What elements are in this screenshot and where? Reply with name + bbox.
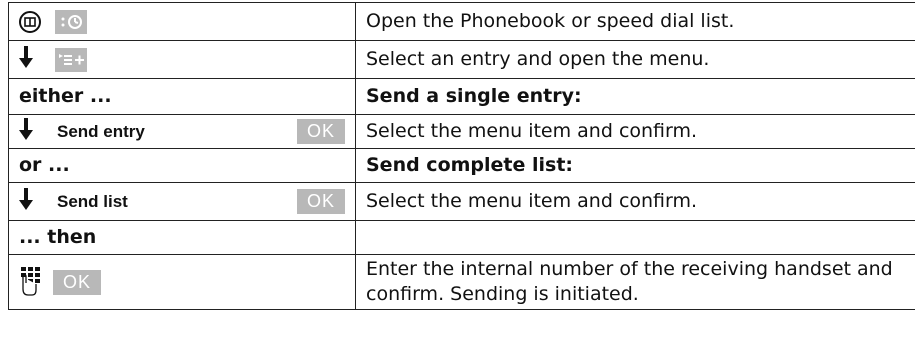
speed-dial-icon <box>55 9 87 34</box>
branch-label: either ... <box>8 78 356 115</box>
instruction-table: Open the Phonebook or speed dial list. S… <box>8 2 915 310</box>
table-row: Send entry OK Select the menu item and c… <box>8 114 915 149</box>
branch-label: or ... <box>8 148 356 183</box>
down-arrow-icon <box>19 118 41 145</box>
table-row: Open the Phonebook or speed dial list. <box>8 2 915 41</box>
ok-softkey[interactable]: OK <box>296 119 345 144</box>
description-cell: Select the menu item and confirm. <box>355 182 915 221</box>
menu-item-send-entry[interactable]: Send entry <box>57 119 145 144</box>
table-row: Select an entry and open the menu. <box>8 40 915 79</box>
down-arrow-icon <box>19 46 41 73</box>
phonebook-key-icon <box>19 10 41 33</box>
description-cell: Select the menu item and confirm. <box>355 114 915 149</box>
branch-label: ... then <box>8 220 356 255</box>
description-cell: Open the Phonebook or speed dial list. <box>355 2 915 41</box>
menu-item-send-list[interactable]: Send list <box>57 189 128 214</box>
ok-softkey[interactable]: OK <box>53 269 102 295</box>
key-cell <box>8 40 356 79</box>
key-cell: Send list OK <box>8 182 356 221</box>
key-cell: OK <box>8 254 356 310</box>
table-row: either ... Send a single entry: <box>8 78 915 115</box>
table-row: OK Enter the internal number of the rece… <box>8 254 915 310</box>
down-arrow-icon <box>19 188 41 215</box>
section-heading: Send a single entry: <box>355 78 915 115</box>
menu-icon <box>55 47 87 72</box>
description-cell: Enter the internal number of the receivi… <box>355 254 915 310</box>
description-cell <box>355 220 915 255</box>
table-row: ... then <box>8 220 915 255</box>
table-row: Send list OK Select the menu item and co… <box>8 182 915 221</box>
table-row: or ... Send complete list: <box>8 148 915 183</box>
ok-softkey[interactable]: OK <box>296 189 345 214</box>
key-cell: Send entry OK <box>8 114 356 149</box>
description-cell: Select an entry and open the menu. <box>355 40 915 79</box>
key-cell <box>8 2 356 41</box>
section-heading: Send complete list: <box>355 148 915 183</box>
keypad-icon <box>19 265 45 299</box>
